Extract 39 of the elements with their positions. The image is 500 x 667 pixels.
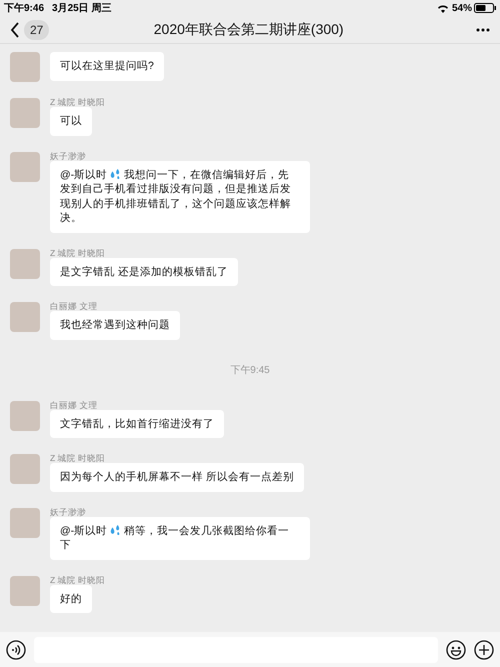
back-icon[interactable] bbox=[10, 22, 20, 38]
message-bubble: 可以在这里提问吗? bbox=[50, 52, 164, 80]
status-time: 下午9:46 bbox=[4, 2, 44, 16]
message-bubble: @-斯以时 稍等，我一会发几张截图给你看一下 bbox=[50, 516, 310, 560]
unread-count-badge[interactable]: 27 bbox=[24, 20, 50, 40]
sender-name: Z 城院 时晓阳 bbox=[50, 248, 105, 258]
avatar-placeholder[interactable] bbox=[10, 152, 40, 182]
message-bubble: @-斯以时 我想问一下，在微信编辑好后，先发到自己手机看过排版没有问题，但是推送后发现别人的手机排班错乱了，这个问题应该怎样解决。 bbox=[50, 160, 310, 232]
message-bubble: 文字错乱，比如首行缩进没有了 bbox=[50, 410, 224, 438]
wifi-icon bbox=[436, 4, 449, 12]
sender-name: 妖子渺渺 bbox=[50, 508, 86, 516]
avatar-placeholder[interactable] bbox=[10, 454, 40, 484]
sender-name: 白丽娜 文理 bbox=[50, 400, 98, 410]
timestamp: 下午9:45 bbox=[230, 364, 270, 376]
sender-name: Z 城院 时晓阳 bbox=[50, 454, 105, 463]
sender-name: 妖子渺渺 bbox=[50, 152, 86, 160]
sender-name: Z 城院 时晓阳 bbox=[50, 576, 105, 584]
avatar-placeholder[interactable] bbox=[10, 248, 40, 278]
more-icon[interactable] bbox=[476, 28, 490, 32]
message-bubble: 因为每个人的手机屏幕不一样 所以会有一点差别 bbox=[50, 463, 304, 492]
message-bubble: 我也经常遇到这种问题 bbox=[50, 311, 180, 340]
message-bubble: 是文字错乱 还是添加的模板错乱了 bbox=[50, 258, 238, 286]
avatar-placeholder[interactable] bbox=[10, 508, 40, 538]
chat-title: 2020年联合会第二期讲座(300) bbox=[154, 20, 344, 39]
status-date: 3月25日 周三 bbox=[52, 2, 112, 16]
battery-percent: 54% bbox=[452, 2, 472, 16]
plus-icon[interactable] bbox=[474, 640, 494, 660]
sender-name: Z 城院 时晓阳 bbox=[50, 98, 105, 107]
message-bubble: 可以 bbox=[50, 107, 92, 136]
sender-name: 白丽娜 文理 bbox=[50, 302, 98, 311]
avatar-placeholder[interactable] bbox=[10, 98, 40, 128]
avatar-placeholder[interactable] bbox=[10, 52, 40, 82]
avatar-placeholder[interactable] bbox=[10, 576, 40, 606]
avatar-placeholder[interactable] bbox=[10, 302, 40, 332]
voice-icon[interactable] bbox=[6, 640, 26, 660]
message-bubble: 好的 bbox=[50, 584, 92, 613]
emoji-icon[interactable] bbox=[446, 640, 466, 660]
battery-icon bbox=[474, 3, 496, 13]
avatar-placeholder[interactable] bbox=[10, 400, 40, 430]
